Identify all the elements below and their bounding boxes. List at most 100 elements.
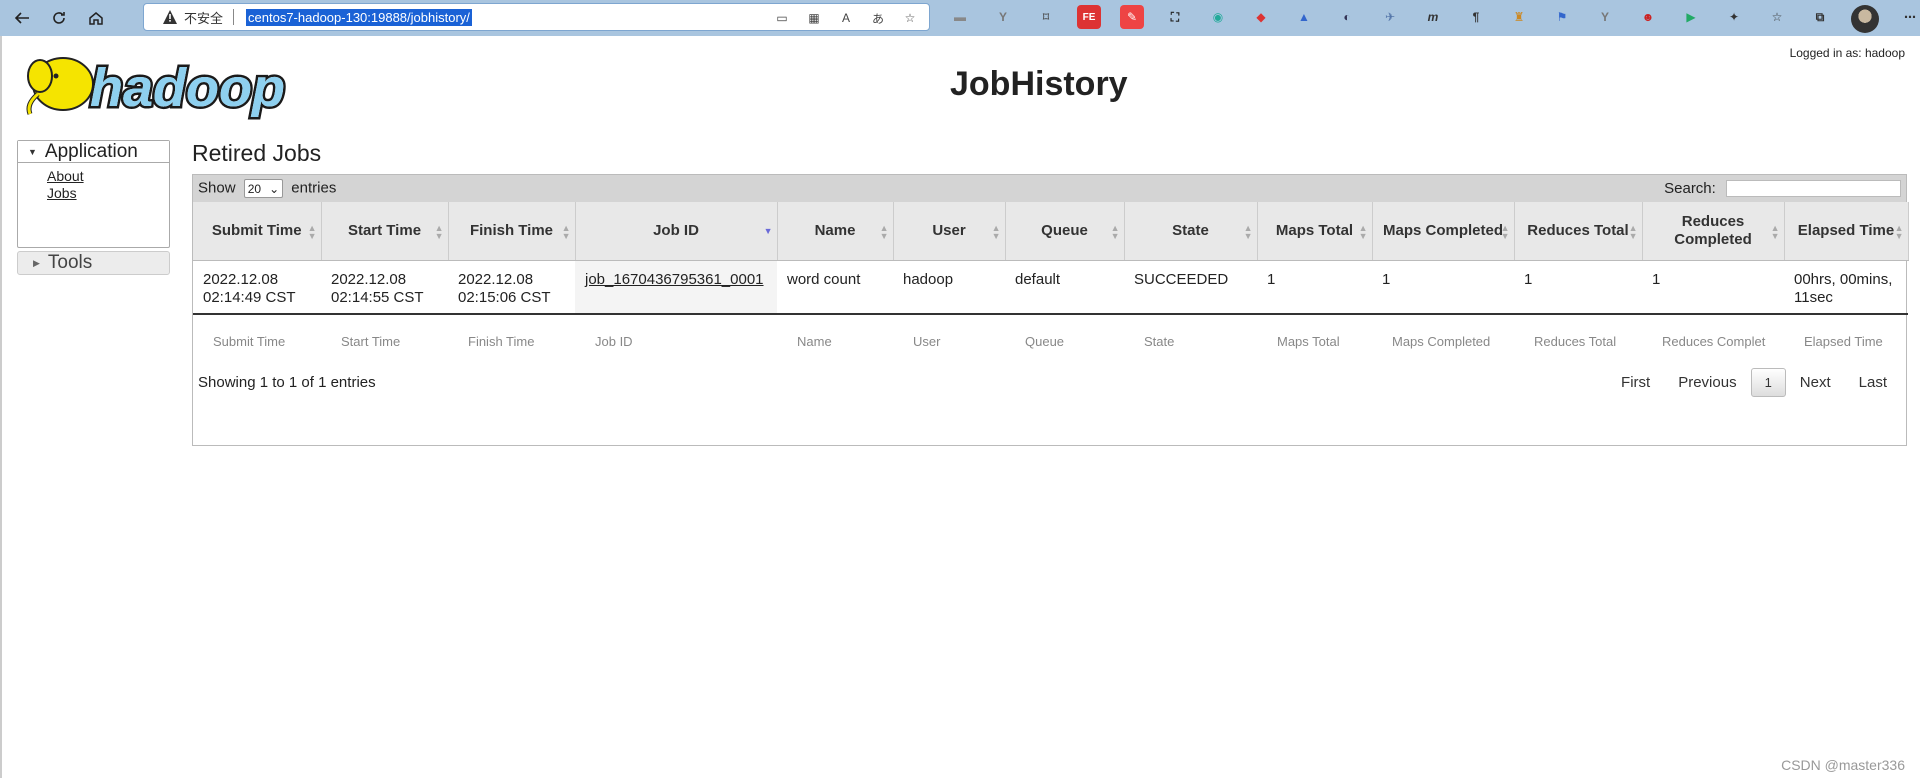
column-header-job-id[interactable]: Job ID ▼ — [575, 202, 778, 261]
extensions-row: ▬ Y ⌑ FE ✎ ⛶ ◉ ◆ ▲ ◐ ✈ m ¶ ♜ ⚑ Y ☻ ▶ ✦ ☆… — [948, 5, 1920, 33]
fe-extension-icon[interactable]: FE — [1077, 5, 1101, 29]
add-favorite-icon[interactable]: ☆ — [901, 9, 919, 27]
more-menu-icon[interactable]: ⋯ — [1898, 5, 1920, 29]
column-header-maps-total[interactable]: Maps Total ▲ ▼ — [1257, 202, 1373, 261]
column-label: Elapsed Time — [1797, 221, 1895, 239]
next-page-button[interactable]: Next — [1786, 374, 1845, 391]
footer-filter-start-time[interactable]: Start Time — [321, 314, 448, 364]
about-link[interactable]: About — [47, 168, 169, 185]
job-id-link[interactable]: job_1670436795361_0001 — [585, 271, 764, 288]
translate-icon[interactable]: あ — [869, 9, 887, 27]
footer-filter-row: Submit Time Start Time Finish Time Job I… — [193, 314, 1908, 364]
browser-toolbar: 不安全 centos7-hadoop-130:19888/jobhistory/… — [0, 0, 1920, 36]
hadoop-logo-text-fill: hadoop — [90, 58, 285, 118]
column-header-maps-completed[interactable]: Maps Completed ▲ ▼ — [1372, 202, 1515, 261]
footer-filter-name[interactable]: Name — [777, 314, 893, 364]
y2-extension-icon[interactable]: Y — [1593, 5, 1617, 29]
footer-filter-elapsed-time[interactable]: Elapsed Time — [1784, 314, 1908, 364]
refresh-extension-icon[interactable]: ◉ — [1206, 5, 1230, 29]
column-label: Name — [814, 221, 856, 239]
profile-avatar[interactable] — [1851, 5, 1879, 33]
b-extension-icon[interactable]: ◐ — [1335, 5, 1359, 29]
show-label: Show — [198, 179, 236, 197]
footer-filter-maps-total[interactable]: Maps Total — [1257, 314, 1372, 364]
column-header-reduces-total[interactable]: Reduces Total ▲ ▼ — [1514, 202, 1643, 261]
column-label: User — [932, 221, 966, 239]
collections-icon[interactable]: ⧉ — [1808, 5, 1832, 29]
puzzle-extension-icon[interactable]: ✦ — [1722, 5, 1746, 29]
footer-filter-finish-time[interactable]: Finish Time — [448, 314, 575, 364]
footer-filter-queue[interactable]: Queue — [1005, 314, 1124, 364]
previous-page-button[interactable]: Previous — [1664, 374, 1750, 391]
cell-maps-total: 1 — [1267, 270, 1276, 288]
cell-user: hadoop — [903, 270, 954, 288]
folder-extension-icon[interactable]: ▬ — [948, 5, 972, 29]
url-text[interactable]: centos7-hadoop-130:19888/jobhistory/ — [246, 8, 472, 26]
sort-icon: ▲ ▼ — [991, 223, 1001, 241]
tools-header[interactable]: ▶ Tools — [17, 251, 170, 275]
footer-filter-submit-time[interactable]: Submit Time — [193, 314, 321, 364]
address-bar[interactable]: 不安全 centos7-hadoop-130:19888/jobhistory/… — [143, 3, 930, 31]
column-label: Start Time — [347, 221, 422, 239]
column-header-submit-time[interactable]: Submit Time ▲ ▼ — [193, 202, 322, 261]
column-header-queue[interactable]: Queue ▲ ▼ — [1005, 202, 1125, 261]
address-bar-icons: ▭ ▦ A あ ☆ — [773, 9, 919, 27]
insecure-label[interactable]: 不安全 — [184, 8, 223, 27]
m-extension-icon[interactable]: m — [1421, 5, 1445, 29]
header-row: Submit Time ▲ ▼ Start Time ▲ ▼ Finish Time ▲ ▼… — [193, 202, 1909, 261]
read-aloud-icon[interactable]: A — [837, 9, 855, 27]
flag-extension-icon[interactable]: ⚑ — [1550, 5, 1574, 29]
footer-filter-job-id[interactable]: Job ID — [575, 314, 777, 364]
brush-extension-icon[interactable]: ♜ — [1507, 5, 1531, 29]
cube-extension-icon[interactable]: ◆ — [1249, 5, 1273, 29]
column-label: Maps Total — [1275, 221, 1354, 239]
column-header-name[interactable]: Name ▲ ▼ — [777, 202, 894, 261]
y-extension-icon[interactable]: Y — [991, 5, 1015, 29]
footer-filter-reduces-total[interactable]: Reduces Total — [1514, 314, 1642, 364]
cell-submit-time: 2022.12.08 02:14:49 CST — [203, 270, 296, 306]
table-footer: Showing 1 to 1 of 1 entries First Previo… — [193, 364, 1906, 400]
screenshot-extension-icon[interactable]: ⛶ — [1163, 5, 1187, 29]
play-extension-icon[interactable]: ▶ — [1679, 5, 1703, 29]
column-header-finish-time[interactable]: Finish Time ▲ ▼ — [448, 202, 576, 261]
table-row: 2022.12.08 02:14:49 CST 2022.12.08 02:14… — [193, 260, 1908, 314]
paragraph-extension-icon[interactable]: ¶ — [1464, 5, 1488, 29]
column-header-reduces-completed[interactable]: Reduces Completed ▲ ▼ — [1642, 202, 1785, 261]
qr-code-icon[interactable]: ▦ — [805, 9, 823, 27]
jobs-link[interactable]: Jobs — [47, 185, 169, 202]
footer-filter-user[interactable]: User — [893, 314, 1005, 364]
back-button[interactable] — [7, 3, 37, 33]
table-toolbar: Show 20 ⌄ entries Search: — [193, 175, 1906, 202]
column-header-state[interactable]: State ▲ ▼ — [1124, 202, 1258, 261]
current-page-button[interactable]: 1 — [1750, 367, 1786, 397]
footer-filter-state[interactable]: State — [1124, 314, 1257, 364]
footer-filter-reduces-completed[interactable]: Reduces Complet — [1642, 314, 1784, 364]
plane-extension-icon[interactable]: ✈ — [1378, 5, 1402, 29]
sort-icon: ▲ ▼ — [1770, 223, 1780, 241]
column-label: Maps Completed — [1382, 221, 1503, 239]
back-arrow-icon — [14, 12, 29, 24]
search-input[interactable] — [1726, 180, 1901, 198]
bookmark-icon[interactable]: ⌑ — [1034, 5, 1058, 29]
hat-extension-icon[interactable]: ▲ — [1292, 5, 1316, 29]
tool-extension-icon[interactable]: ✎ — [1120, 5, 1144, 29]
emoji-extension-icon[interactable]: ☻ — [1636, 5, 1660, 29]
column-header-user[interactable]: User ▲ ▼ — [893, 202, 1006, 261]
first-page-button[interactable]: First — [1607, 374, 1664, 391]
footer-filter-maps-completed[interactable]: Maps Completed — [1372, 314, 1514, 364]
search-label: Search: — [1664, 179, 1716, 197]
application-header[interactable]: ▼ Application — [18, 141, 169, 163]
sort-icon: ▲ ▼ — [434, 223, 444, 241]
column-label: Reduces Completed — [1674, 212, 1752, 248]
entries-select[interactable]: 20 ⌄ — [243, 179, 284, 198]
entries-label: entries — [291, 179, 337, 197]
column-header-start-time[interactable]: Start Time ▲ ▼ — [321, 202, 449, 261]
reload-button[interactable] — [44, 3, 74, 33]
column-header-elapsed-time[interactable]: Elapsed Time ▲ ▼ — [1784, 202, 1909, 261]
watermark: CSDN @master336 — [1781, 757, 1905, 773]
favorites-icon[interactable]: ☆ — [1765, 5, 1789, 29]
cell-start-time: 2022.12.08 02:14:55 CST — [331, 270, 424, 306]
app-available-icon[interactable]: ▭ — [773, 9, 791, 27]
home-button[interactable] — [81, 3, 111, 33]
last-page-button[interactable]: Last — [1845, 374, 1901, 391]
